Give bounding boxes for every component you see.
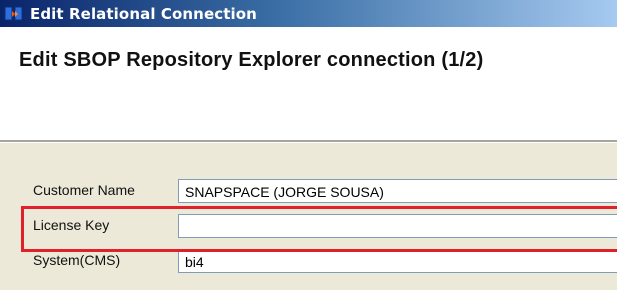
relational-connection-icon (4, 4, 24, 24)
window-title: Edit Relational Connection (30, 4, 257, 23)
system-cms-input[interactable]: bi4 (178, 249, 617, 273)
customer-name-label: Customer Name (33, 182, 135, 198)
customer-name-input[interactable]: SNAPSPACE (JORGE SOUSA) (178, 179, 617, 203)
window-titlebar[interactable]: Edit Relational Connection (0, 0, 617, 27)
dialog-heading: Edit SBOP Repository Explorer connection… (19, 49, 484, 71)
customer-name-row: Customer Name SNAPSPACE (JORGE SOUSA) (0, 175, 617, 207)
license-key-highlight (21, 206, 617, 252)
system-cms-label: System(CMS) (33, 252, 121, 268)
